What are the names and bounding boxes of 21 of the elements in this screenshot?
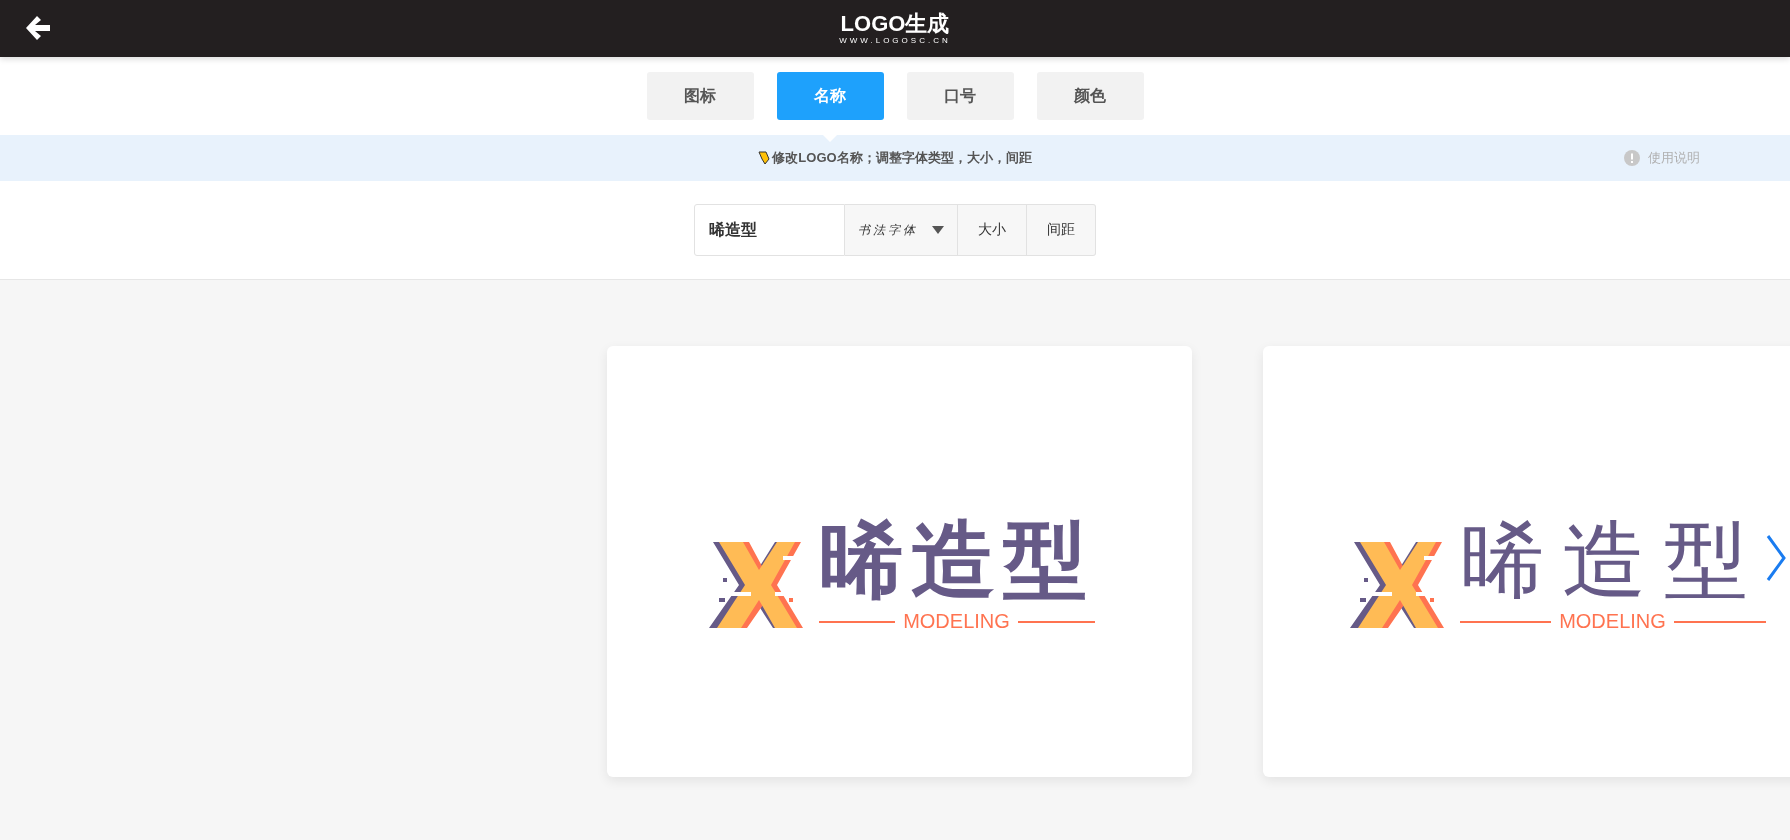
tab[interactable]: 口号 <box>906 72 1014 120</box>
chevron-right-icon[interactable] <box>1766 534 1786 582</box>
toolbar-button[interactable]: 大小 <box>958 204 1027 256</box>
logo-slogan-text: MODELING <box>1559 610 1666 633</box>
site-logo-url: WWW.LOGOSC.CN <box>839 35 951 46</box>
toolbar-button[interactable]: 间距 <box>1027 204 1096 256</box>
tab[interactable]: 颜色 <box>1036 72 1144 120</box>
logo-card[interactable]: 晞造型 MODELING <box>607 346 1192 777</box>
logo-card[interactable]: 晞造型 MODELING <box>1263 346 1790 777</box>
back-arrow-icon[interactable] <box>24 14 52 42</box>
caret-icon <box>932 226 944 234</box>
font-dropdown[interactable]: 书法字体 <box>845 204 958 256</box>
info-icon <box>1624 150 1640 166</box>
logo-slogan-text: MODELING <box>903 610 1010 633</box>
tab[interactable]: 图标 <box>646 72 754 120</box>
name-input-field[interactable]: 晞造型 <box>694 204 845 256</box>
site-logo-title: LOGO生成 <box>840 11 950 36</box>
logo-name-text: 晞造型 <box>1459 510 1766 610</box>
logo-name-text: 晞造型 <box>818 512 1095 609</box>
hint-text: 修改LOGO名称；调整字体类型，大小，间距 <box>772 149 1032 167</box>
pencil-icon <box>758 151 771 165</box>
